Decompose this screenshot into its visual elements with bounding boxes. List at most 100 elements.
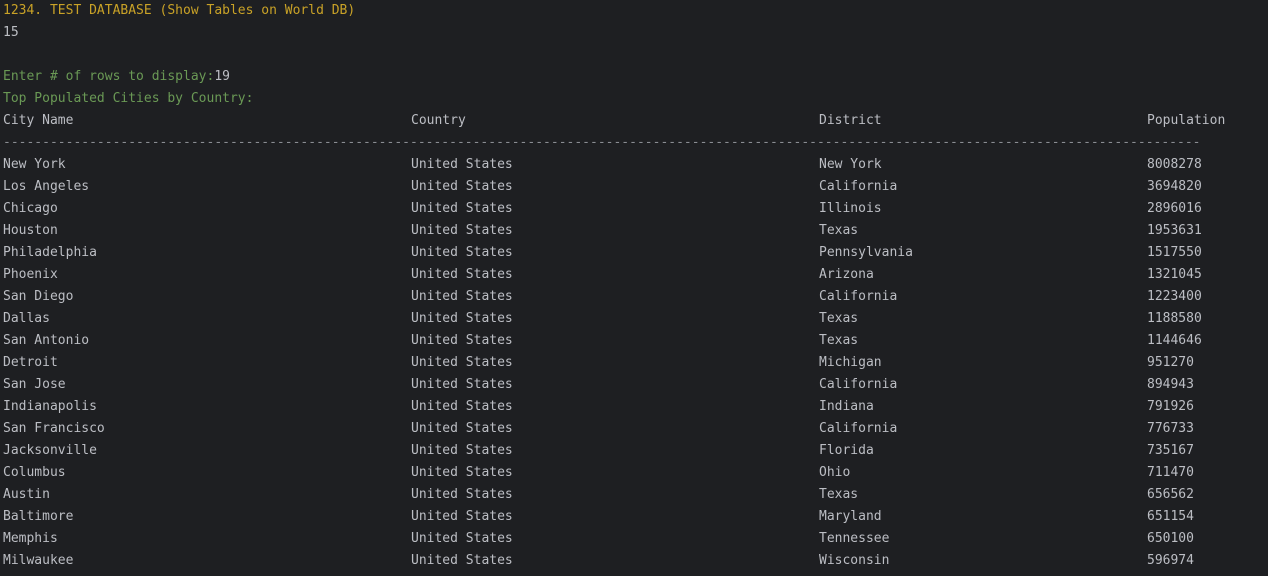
cell-district: Illinois <box>819 201 882 216</box>
cell-country: United States <box>411 421 513 436</box>
table-row: Dallas United States Texas 1188580 <box>3 308 1265 330</box>
cell-country: United States <box>411 399 513 414</box>
cell-population: 1321045 <box>1147 267 1202 282</box>
cell-country: United States <box>411 355 513 370</box>
cell-district: New York <box>819 157 882 172</box>
rows-prompt-value[interactable]: 19 <box>214 69 230 84</box>
table-row: Philadelphia United States Pennsylvania 151… <box>3 242 1265 264</box>
menu-choice: 15 <box>3 25 19 40</box>
header-population: Population <box>1147 113 1226 128</box>
cell-city-name: San Antonio <box>3 333 90 348</box>
table-row: San Antonio United States Texas 1144646 <box>3 330 1265 352</box>
cell-city-name: Houston <box>3 223 58 238</box>
rows-prompt-label: Enter # of rows to display: <box>3 69 215 84</box>
cell-country: United States <box>411 179 513 194</box>
cell-population: 3694820 <box>1147 179 1202 194</box>
cell-country: United States <box>411 553 513 568</box>
cell-country: United States <box>411 487 513 502</box>
cell-country: United States <box>411 531 513 546</box>
cell-district: Texas <box>819 223 859 238</box>
cell-district: Texas <box>819 311 859 326</box>
cell-city-name: Philadelphia <box>3 245 97 260</box>
table-row: Houston United States Texas 1953631 <box>3 220 1265 242</box>
console-output[interactable]: 1234. TEST DATABASE (Show Tables on Worl… <box>0 0 1268 576</box>
cell-district: California <box>819 377 898 392</box>
cell-district: California <box>819 179 898 194</box>
cell-country: United States <box>411 509 513 524</box>
cell-country: United States <box>411 443 513 458</box>
table-row: San Jose United States California 894943 <box>3 374 1265 396</box>
cell-population: 735167 <box>1147 443 1194 458</box>
cell-population: 2896016 <box>1147 201 1202 216</box>
header-country: Country <box>411 113 466 128</box>
cell-district: Tennessee <box>819 531 890 546</box>
cell-city-name: Indianapolis <box>3 399 97 414</box>
table-separator: ----------------------------------------… <box>3 135 1201 150</box>
cell-city-name: Austin <box>3 487 50 502</box>
cell-country: United States <box>411 333 513 348</box>
cell-city-name: Los Angeles <box>3 179 90 194</box>
cell-country: United States <box>411 377 513 392</box>
cell-population: 1144646 <box>1147 333 1202 348</box>
cell-population: 651154 <box>1147 509 1194 524</box>
cell-district: Arizona <box>819 267 874 282</box>
table-row: San Francisco United States California 7767… <box>3 418 1265 440</box>
cell-district: Ohio <box>819 465 851 480</box>
cell-country: United States <box>411 223 513 238</box>
table-row: Los Angeles United States California 369482… <box>3 176 1265 198</box>
cell-country: United States <box>411 245 513 260</box>
table-row: San Diego United States California 1223400 <box>3 286 1265 308</box>
header-district: District <box>819 113 882 128</box>
cell-city-name: San Francisco <box>3 421 105 436</box>
cell-city-name: New York <box>3 157 66 172</box>
cell-city-name: Jacksonville <box>3 443 97 458</box>
table-row: Austin United States Texas 656562 <box>3 484 1265 506</box>
cell-population: 1517550 <box>1147 245 1202 260</box>
cell-city-name: San Diego <box>3 289 74 304</box>
cell-district: Texas <box>819 333 859 348</box>
cell-country: United States <box>411 267 513 282</box>
table-row: Phoenix United States Arizona 1321045 <box>3 264 1265 286</box>
table-row: Memphis United States Tennessee 650100 <box>3 528 1265 550</box>
cell-country: United States <box>411 465 513 480</box>
cell-city-name: Chicago <box>3 201 58 216</box>
table-row: Baltimore United States Maryland 651154 <box>3 506 1265 528</box>
cell-district: California <box>819 421 898 436</box>
cell-population: 776733 <box>1147 421 1194 436</box>
cell-population: 1953631 <box>1147 223 1202 238</box>
cell-city-name: Phoenix <box>3 267 58 282</box>
cell-population: 8008278 <box>1147 157 1202 172</box>
table-row: Jacksonville United States Florida 735167 <box>3 440 1265 462</box>
cell-city-name: Columbus <box>3 465 66 480</box>
cell-population: 650100 <box>1147 531 1194 546</box>
cell-district: Pennsylvania <box>819 245 913 260</box>
table-title: Top Populated Cities by Country: <box>3 91 254 106</box>
cell-population: 894943 <box>1147 377 1194 392</box>
cell-city-name: Dallas <box>3 311 50 326</box>
cell-country: United States <box>411 157 513 172</box>
cell-population: 1188580 <box>1147 311 1202 326</box>
table-row: Milwaukee United States Wisconsin 596974 <box>3 550 1265 572</box>
cell-population: 791926 <box>1147 399 1194 414</box>
cell-district: California <box>819 289 898 304</box>
cell-city-name: Memphis <box>3 531 58 546</box>
table-row: Chicago United States Illinois 2896016 <box>3 198 1265 220</box>
menu-line: 1234. TEST DATABASE (Show Tables on Worl… <box>3 3 356 18</box>
cell-city-name: San Jose <box>3 377 66 392</box>
table-header: City Name Country District Population <box>3 110 1265 132</box>
cell-city-name: Detroit <box>3 355 58 370</box>
table-row: Indianapolis United States Indiana 791926 <box>3 396 1265 418</box>
header-city-name: City Name <box>3 113 74 128</box>
cell-country: United States <box>411 201 513 216</box>
cell-district: Texas <box>819 487 859 502</box>
cell-population: 596974 <box>1147 553 1194 568</box>
cell-country: United States <box>411 311 513 326</box>
cell-population: 711470 <box>1147 465 1194 480</box>
table-row: Columbus United States Ohio 711470 <box>3 462 1265 484</box>
cell-city-name: Milwaukee <box>3 553 74 568</box>
table-row: Detroit United States Michigan 951270 <box>3 352 1265 374</box>
cell-population: 1223400 <box>1147 289 1202 304</box>
cell-city-name: Baltimore <box>3 509 74 524</box>
rows-prompt: Enter # of rows to display:19 <box>3 66 1265 88</box>
cell-district: Wisconsin <box>819 553 890 568</box>
